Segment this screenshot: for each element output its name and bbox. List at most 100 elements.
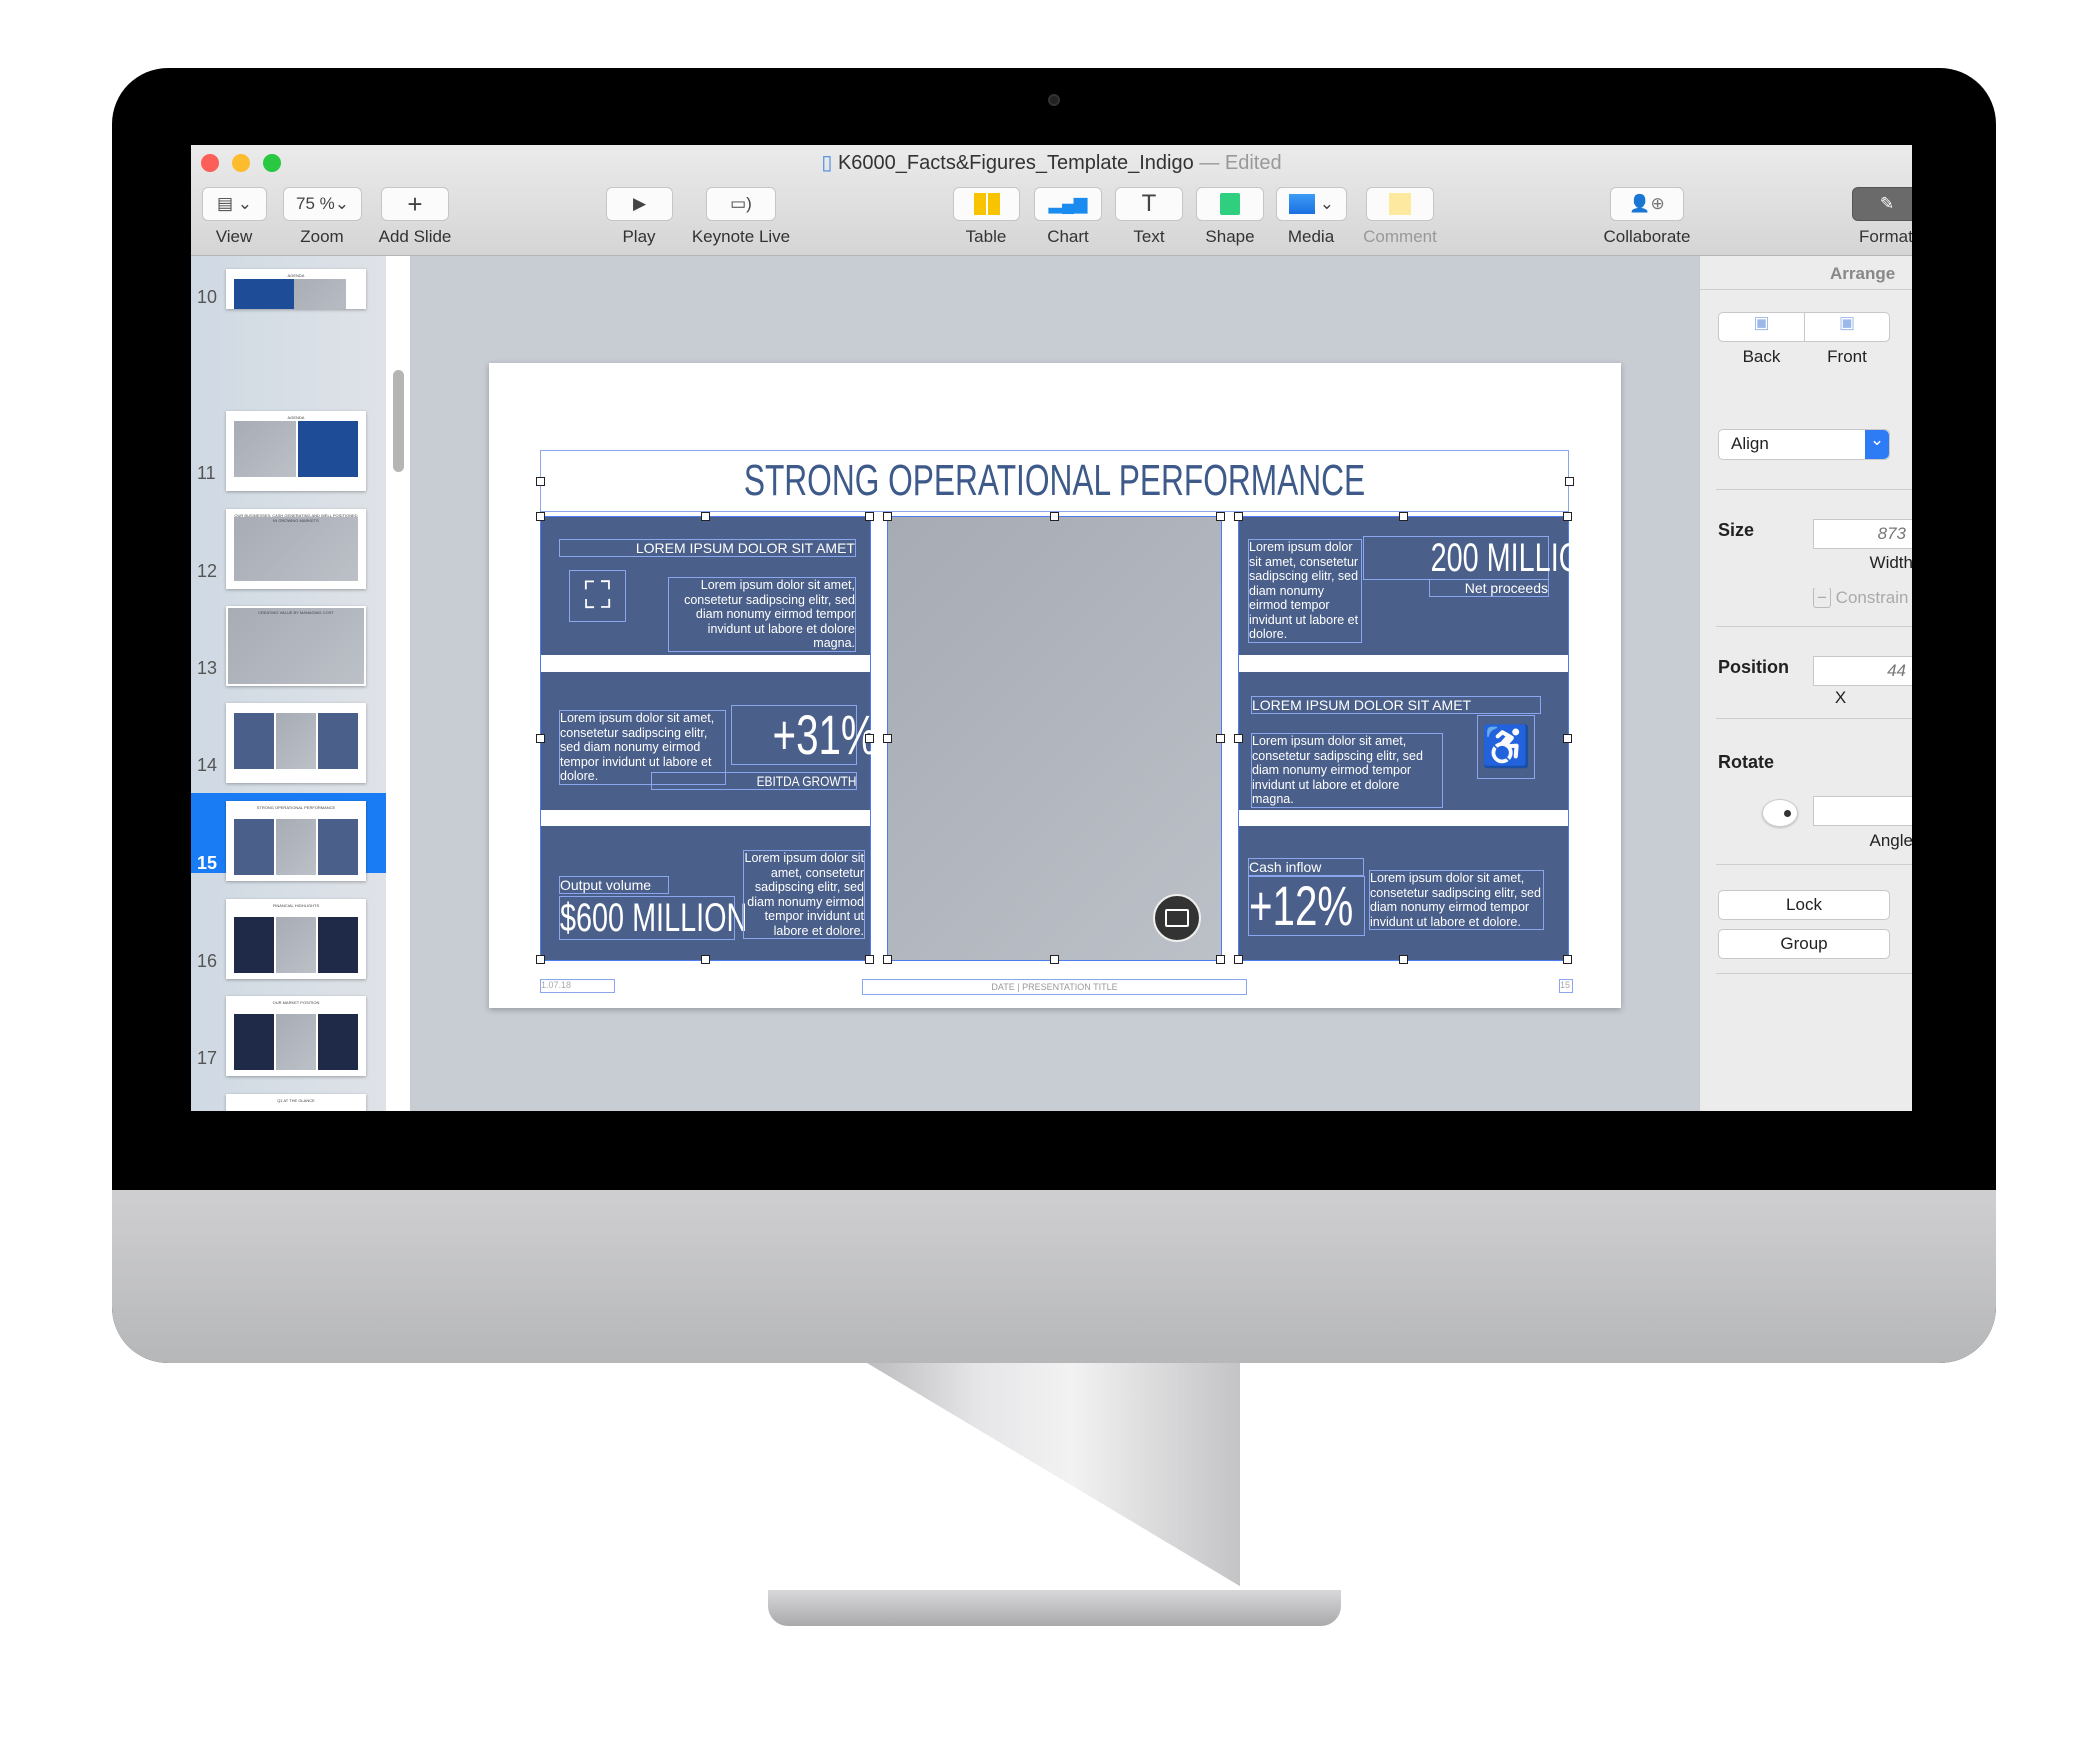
selection-handle[interactable] xyxy=(1049,955,1059,964)
slide-thumbnail-15[interactable]: STRONG OPERATIONAL PERFORMANCE xyxy=(226,801,366,881)
selection-handle[interactable] xyxy=(700,512,710,521)
align-dropdown[interactable]: Align ⌄ xyxy=(1718,429,1890,460)
table-button[interactable] xyxy=(953,187,1020,221)
lock-button[interactable]: Lock xyxy=(1718,890,1890,920)
position-label: Position xyxy=(1718,657,1789,677)
meeting-icon[interactable]: ⛶ xyxy=(569,570,626,622)
send-to-back-button[interactable]: ▣ xyxy=(1718,312,1805,342)
stat-value[interactable]: +31% xyxy=(731,705,877,765)
panel-body[interactable]: Lorem ipsum dolor sit amet, consetetur s… xyxy=(1251,733,1443,808)
slide-thumbnail-11[interactable]: AGENDA xyxy=(226,411,366,491)
image-icon xyxy=(1165,909,1189,927)
desk-worker-icon[interactable]: ♿ xyxy=(1477,715,1535,779)
collaborate-button[interactable]: 👤⊕ xyxy=(1610,187,1684,221)
keynote-window: ▯ K6000_Facts&Figures_Template_Indigo — … xyxy=(191,145,1912,1111)
selection-handle[interactable] xyxy=(883,512,892,521)
slide-canvas[interactable]: STRONG OPERATIONAL PERFORMANCE LOREM IPS… xyxy=(489,363,1621,1008)
footer-page-number[interactable]: 15 xyxy=(1559,979,1573,993)
stat-label[interactable]: Net proceeds xyxy=(1429,579,1549,597)
selection-handle[interactable] xyxy=(1563,955,1572,964)
left-column-group[interactable]: LOREM IPSUM DOLOR SIT AMET ⛶ Lorem ipsum… xyxy=(536,512,877,964)
selection-handle[interactable] xyxy=(865,733,874,743)
width-input[interactable]: 873 xyxy=(1813,519,1912,549)
thumbnail-title: AGENDA xyxy=(287,273,305,278)
selection-handle[interactable] xyxy=(865,955,874,964)
right-column-group[interactable]: Lorem ipsum dolor sit amet, consetetur s… xyxy=(1234,512,1602,964)
selection-handle[interactable] xyxy=(536,955,545,964)
selection-handle[interactable] xyxy=(883,955,892,964)
selection-handle[interactable] xyxy=(1563,733,1572,743)
media-button[interactable]: ⌄ xyxy=(1276,187,1347,221)
thumbnail-title: AGENDA xyxy=(287,415,305,420)
slide-thumbnail-13[interactable]: CREATING VALUE BY MANAGING COST xyxy=(226,606,366,686)
selection-handle[interactable] xyxy=(1216,733,1225,743)
zoom-dropdown[interactable]: 75 % ⌄ xyxy=(283,187,362,221)
selection-handle[interactable] xyxy=(536,477,545,486)
bring-to-front-button[interactable]: ▣ xyxy=(1804,312,1890,342)
text-button[interactable]: T xyxy=(1115,187,1183,221)
selection-handle[interactable] xyxy=(1563,512,1572,521)
footer-title[interactable]: DATE | PRESENTATION TITLE xyxy=(862,979,1247,995)
stat-label[interactable]: EBITDA GROWTH xyxy=(651,772,857,790)
sidebar-layout-icon: ▤ ⌄ xyxy=(216,194,253,213)
selection-handle[interactable] xyxy=(1234,733,1243,743)
image-placeholder[interactable] xyxy=(883,512,1225,964)
panel-body[interactable]: Lorem ipsum dolor sit amet, consetetur s… xyxy=(743,850,865,939)
panel-left-3: Output volume $600 MILLION Lorem ipsum d… xyxy=(541,826,870,960)
stat-value[interactable]: 200 MILLION xyxy=(1363,536,1602,580)
slide-thumbnail-12[interactable]: OUR BUSINESSES: CASH GENERATING AND WELL… xyxy=(226,509,366,589)
format-button[interactable]: ✎ xyxy=(1852,187,1912,221)
slide-title[interactable]: STRONG OPERATIONAL PERFORMANCE xyxy=(540,450,1569,512)
divider xyxy=(1716,973,1912,974)
selection-handle[interactable] xyxy=(1234,955,1243,964)
rotate-knob[interactable] xyxy=(1762,799,1798,827)
selection-handle[interactable] xyxy=(1398,512,1408,521)
navigator-scrollbar[interactable] xyxy=(393,370,404,472)
panel-body[interactable]: Lorem ipsum dolor sit amet, consetetur s… xyxy=(1248,539,1362,643)
selection-handle[interactable] xyxy=(1049,512,1059,521)
thumbnail-title: OUR BUSINESSES: CASH GENERATING AND WELL… xyxy=(234,513,358,523)
panel-heading[interactable]: LOREM IPSUM DOLOR SIT AMET xyxy=(1251,696,1541,714)
selection-handle[interactable] xyxy=(1565,477,1574,486)
keynote-doc-icon: ▯ xyxy=(821,152,838,174)
selection-handle[interactable] xyxy=(1234,512,1243,521)
slide-thumbnail-17[interactable]: OUR MARKET POSITION xyxy=(226,996,366,1076)
comment-button[interactable] xyxy=(1366,187,1434,221)
panel-left-2: Lorem ipsum dolor sit amet, consetetur s… xyxy=(541,672,877,810)
tab-arrange[interactable]: Arrange xyxy=(1830,264,1912,284)
panel-body[interactable]: Lorem ipsum dolor sit amet, consetetur s… xyxy=(668,577,856,652)
selection-handle[interactable] xyxy=(536,733,545,743)
panel-heading[interactable]: LOREM IPSUM DOLOR SIT AMET xyxy=(559,539,856,557)
stat-value[interactable]: +12% xyxy=(1248,876,1365,936)
panel-body[interactable]: Lorem ipsum dolor sit amet, consetetur s… xyxy=(1369,870,1544,930)
angle-input[interactable] xyxy=(1813,796,1912,826)
selection-handle[interactable] xyxy=(536,512,545,521)
slide-thumbnail-10[interactable]: AGENDA xyxy=(226,269,366,309)
slide-number: 16 xyxy=(197,951,218,971)
thumbnail-title xyxy=(234,707,358,717)
play-button[interactable]: ▶ xyxy=(606,187,673,221)
selection-handle[interactable] xyxy=(700,955,710,964)
selection-handle[interactable] xyxy=(1216,512,1225,521)
group-button[interactable]: Group xyxy=(1718,929,1890,959)
view-button[interactable]: ▤ ⌄ xyxy=(202,187,267,221)
keynote-live-button[interactable]: ▭) xyxy=(706,187,776,221)
shape-button[interactable] xyxy=(1196,187,1264,221)
selection-handle[interactable] xyxy=(1398,955,1408,964)
slide-thumbnail-14[interactable] xyxy=(226,703,366,783)
chart-button[interactable]: ▂▄▆ xyxy=(1034,187,1102,221)
image-icon xyxy=(1289,194,1316,214)
selection-handle[interactable] xyxy=(883,733,892,743)
selection-handle[interactable] xyxy=(1216,955,1225,964)
x-input[interactable]: 44 xyxy=(1813,656,1912,686)
slide-thumbnail-16[interactable]: FINANCIAL HIGHLIGHTS xyxy=(226,899,366,979)
selection-handle[interactable] xyxy=(865,512,874,521)
stat-label[interactable]: Output volume xyxy=(559,876,669,894)
stat-value[interactable]: $600 MILLION xyxy=(559,896,747,940)
media-placeholder-button[interactable] xyxy=(1153,894,1201,942)
add-slide-button[interactable]: + xyxy=(381,187,449,221)
slide-thumbnail-18[interactable]: Q1 AT THE GLANCE xyxy=(226,1094,366,1111)
footer-date[interactable]: 1.07.18 xyxy=(540,979,615,993)
thumbnail-title: CREATING VALUE BY MANAGING COST xyxy=(258,610,334,615)
constrain-checkbox[interactable]: − Constrain proportions xyxy=(1813,588,1912,608)
